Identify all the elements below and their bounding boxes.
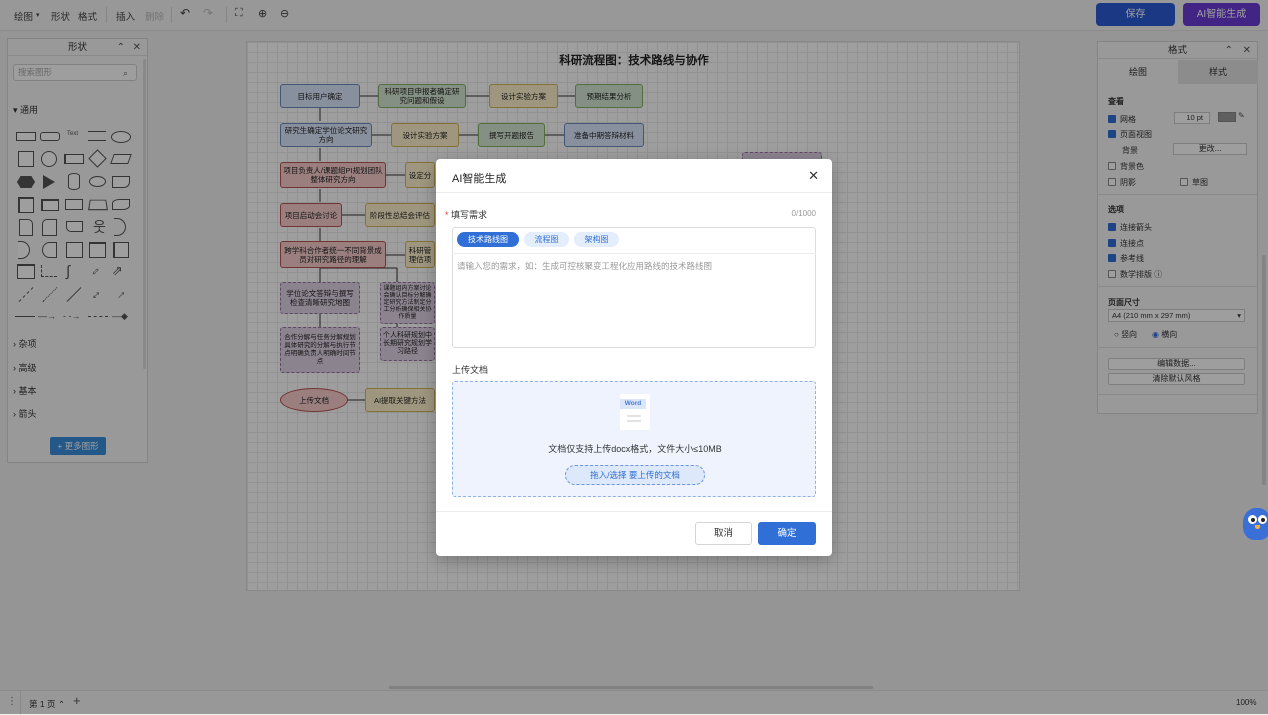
word-document-icon: Word bbox=[620, 394, 650, 430]
ai-generate-dialog: AI智能生成 ✕ * 填写需求 0/1000 技术路线图 流程图 架构图 请输入… bbox=[436, 159, 832, 556]
dialog-title: AI智能生成 bbox=[452, 173, 507, 185]
upload-dropzone[interactable]: Word 文档仅支持上传docx格式，文件大小≤10MB 拖入/选择 要上传的文… bbox=[452, 381, 816, 497]
required-mark: * bbox=[445, 210, 449, 220]
dialog-footer-divider bbox=[436, 511, 832, 512]
requirement-textarea[interactable]: 请输入您的需求，如：生成可控核聚变工程化应用路线的技术路线图 bbox=[457, 260, 807, 340]
char-counter: 0/1000 bbox=[791, 209, 816, 218]
close-icon[interactable]: ✕ bbox=[808, 168, 819, 184]
requirement-divider bbox=[452, 253, 816, 254]
chip-architecture[interactable]: 架构图 bbox=[574, 232, 619, 247]
upload-hint: 文档仅支持上传docx格式，文件大小≤10MB bbox=[548, 444, 722, 454]
chip-flowchart[interactable]: 流程图 bbox=[524, 232, 569, 247]
assistant-mascot-icon[interactable] bbox=[1243, 506, 1268, 546]
cancel-button[interactable]: 取消 bbox=[695, 522, 752, 545]
dialog-divider bbox=[436, 192, 832, 193]
upload-label: 上传文档 bbox=[452, 365, 489, 375]
chip-tech-roadmap[interactable]: 技术路线图 bbox=[457, 232, 519, 247]
confirm-button[interactable]: 确定 bbox=[758, 522, 816, 545]
requirement-label: * 填写需求 bbox=[445, 210, 488, 220]
select-document-button[interactable]: 拖入/选择 要上传的文档 bbox=[565, 465, 705, 485]
